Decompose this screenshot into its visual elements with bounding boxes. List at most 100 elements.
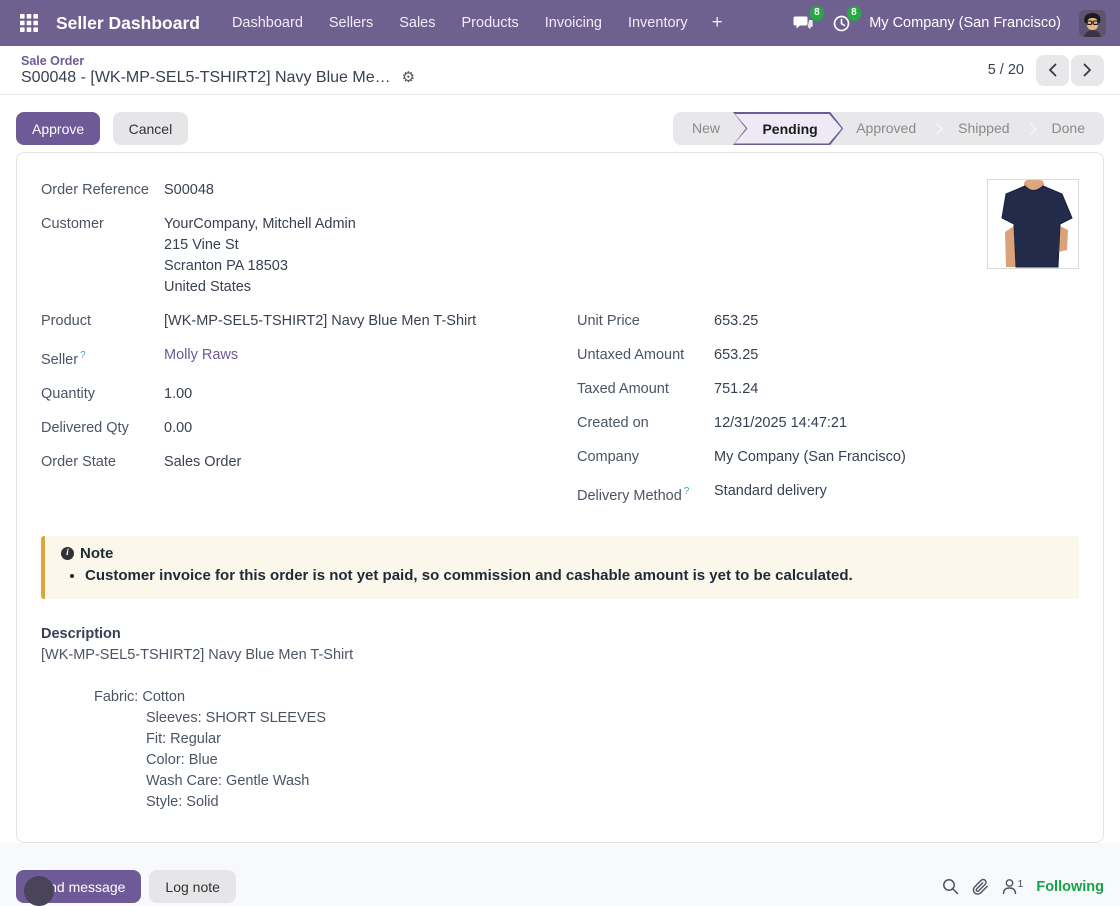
field-product: Product [WK-MP-SEL5-TSHIRT2] Navy Blue M… bbox=[41, 311, 577, 332]
field-label: Order Reference bbox=[41, 182, 149, 198]
field-value: 751.24 bbox=[714, 381, 759, 397]
field-label: Taxed Amount bbox=[577, 381, 669, 397]
field-value: 653.25 bbox=[714, 313, 759, 329]
field-quantity: Quantity 1.00 bbox=[41, 384, 577, 405]
following-toggle[interactable]: Following bbox=[1036, 879, 1104, 895]
attachment-paperclip-icon[interactable] bbox=[972, 878, 989, 896]
description-attribute: Style: Solid bbox=[146, 793, 219, 810]
messages-badge: 8 bbox=[809, 5, 825, 21]
field-label: Customer bbox=[41, 216, 104, 232]
action-buttons: Approve Cancel bbox=[16, 112, 189, 145]
field-delivery-method: Delivery Method? Standard delivery bbox=[577, 481, 1079, 507]
chatter-toolbar: Send message Log note 1 Following bbox=[0, 843, 1120, 906]
field-customer: Customer YourCompany, Mitchell Admin 215… bbox=[41, 214, 1079, 298]
field-label: Untaxed Amount bbox=[577, 347, 685, 363]
followers-icon[interactable]: 1 bbox=[1002, 878, 1023, 895]
menu-item-sellers[interactable]: Sellers bbox=[317, 9, 385, 37]
settings-gear-icon[interactable]: ⚙ bbox=[402, 70, 415, 85]
field-label: Seller? bbox=[41, 350, 86, 368]
approve-button[interactable]: Approve bbox=[16, 112, 101, 145]
field-label: Unit Price bbox=[577, 313, 640, 329]
field-label: Product bbox=[41, 313, 91, 329]
search-messages-icon[interactable] bbox=[942, 878, 959, 895]
app-brand-title[interactable]: Seller Dashboard bbox=[56, 13, 200, 34]
activities-icon[interactable]: 8 bbox=[832, 5, 862, 33]
customer-name: YourCompany, Mitchell Admin bbox=[164, 216, 356, 232]
field-value: 653.25 bbox=[714, 347, 759, 363]
cancel-button[interactable]: Cancel bbox=[112, 112, 189, 145]
company-switcher[interactable]: My Company (San Francisco) bbox=[869, 15, 1061, 31]
pager-next-button[interactable] bbox=[1071, 54, 1104, 86]
field-value: 12/31/2025 14:47:21 bbox=[714, 415, 848, 431]
field-taxed-amount: Taxed Amount 751.24 bbox=[577, 379, 1079, 400]
product-image bbox=[987, 179, 1079, 269]
description-attribute: Sleeves: SHORT SLEEVES bbox=[146, 709, 326, 726]
status-step-pending-active[interactable]: Pending bbox=[733, 112, 843, 145]
description-label: Description bbox=[41, 625, 121, 642]
breadcrumb: Sale Order S00048 - [WK-MP-SEL5-TSHIRT2]… bbox=[21, 54, 415, 87]
field-value: S00048 bbox=[164, 182, 214, 198]
help-marker-icon: ? bbox=[80, 350, 86, 361]
field-label: Quantity bbox=[41, 385, 95, 402]
note-message: Customer invoice for this order is not y… bbox=[85, 566, 1063, 586]
field-value: [WK-MP-SEL5-TSHIRT2] Navy Blue Men T-Shi… bbox=[164, 313, 477, 329]
field-value: Sales Order bbox=[164, 453, 242, 470]
menu-item-sales[interactable]: Sales bbox=[387, 9, 447, 37]
menu-item-inventory[interactable]: Inventory bbox=[616, 9, 700, 37]
field-delivered-qty: Delivered Qty 0.00 bbox=[41, 418, 577, 439]
description-attribute: Fabric: Cotton bbox=[94, 688, 186, 705]
page-title: S00048 - [WK-MP-SEL5-TSHIRT2] Navy Blue … bbox=[21, 68, 391, 86]
field-value: 0.00 bbox=[164, 419, 193, 436]
menu-item-products[interactable]: Products bbox=[450, 9, 531, 37]
menu-item-dashboard[interactable]: Dashboard bbox=[220, 9, 315, 37]
top-navbar: Seller Dashboard Dashboard Sellers Sales… bbox=[0, 0, 1120, 46]
record-pager: 5 / 20 bbox=[987, 54, 1104, 86]
pager-count: 5 / 20 bbox=[987, 62, 1024, 78]
field-seller: Seller? Molly Raws bbox=[41, 345, 577, 371]
description-attribute: Fit: Regular bbox=[146, 730, 221, 747]
log-note-button[interactable]: Log note bbox=[149, 870, 236, 903]
form-action-row: Approve Cancel New Pending Approved Ship… bbox=[0, 95, 1120, 145]
field-created-on: Created on 12/31/2025 14:47:21 bbox=[577, 413, 1079, 434]
breadcrumb-parent-link[interactable]: Sale Order bbox=[21, 54, 415, 68]
field-untaxed-amount: Untaxed Amount 653.25 bbox=[577, 345, 1079, 366]
customer-city: Scranton PA 18503 bbox=[164, 258, 288, 274]
status-step-shipped[interactable]: Shipped bbox=[939, 112, 1028, 145]
status-step-new[interactable]: New bbox=[673, 112, 739, 145]
field-label: Order State bbox=[41, 453, 116, 470]
field-value: Standard delivery bbox=[714, 483, 827, 499]
menu-item-invoicing[interactable]: Invoicing bbox=[533, 9, 614, 37]
customer-country: United States bbox=[164, 279, 252, 295]
field-value: My Company (San Francisco) bbox=[714, 449, 906, 465]
menu-plus-icon[interactable]: + bbox=[702, 10, 733, 36]
description-product-line: [WK-MP-SEL5-TSHIRT2] Navy Blue Men T-Shi… bbox=[41, 646, 354, 663]
field-order-state: Order State Sales Order bbox=[41, 452, 577, 473]
field-company: Company My Company (San Francisco) bbox=[577, 447, 1079, 468]
note-alert: i Note Customer invoice for this order i… bbox=[41, 535, 1079, 599]
messages-icon[interactable]: 8 bbox=[793, 5, 825, 33]
customer-street: 215 Vine St bbox=[164, 237, 239, 253]
help-marker-icon: ? bbox=[683, 486, 690, 497]
description-attribute: Wash Care: Gentle Wash bbox=[146, 772, 310, 789]
apps-grid-icon[interactable] bbox=[16, 10, 42, 36]
note-title: Note bbox=[80, 544, 114, 562]
field-label: Created on bbox=[577, 415, 649, 431]
activities-badge: 8 bbox=[846, 5, 862, 21]
status-step-done[interactable]: Done bbox=[1033, 112, 1104, 145]
main-menu: Dashboard Sellers Sales Products Invoici… bbox=[220, 9, 733, 37]
info-icon: i bbox=[61, 546, 74, 560]
pager-previous-button[interactable] bbox=[1036, 54, 1069, 86]
control-panel: Sale Order S00048 - [WK-MP-SEL5-TSHIRT2]… bbox=[0, 46, 1120, 95]
field-value: 1.00 bbox=[164, 385, 193, 402]
field-unit-price: Unit Price 653.25 bbox=[577, 311, 1079, 332]
status-bar: New Pending Approved Shipped Done bbox=[672, 112, 1104, 145]
field-label: Delivery Method? bbox=[577, 486, 690, 504]
form-sheet: Order Reference S00048 Customer YourComp… bbox=[16, 152, 1104, 843]
user-avatar[interactable] bbox=[1079, 9, 1106, 37]
field-order-reference: Order Reference S00048 bbox=[41, 180, 1079, 201]
navbar-systray: 8 8 My Company (San Francisco) bbox=[793, 5, 1106, 37]
field-label: Delivered Qty bbox=[41, 419, 129, 436]
seller-link[interactable]: Molly Raws bbox=[164, 347, 238, 363]
status-step-approved[interactable]: Approved bbox=[837, 112, 935, 145]
composer-avatar bbox=[24, 876, 54, 906]
